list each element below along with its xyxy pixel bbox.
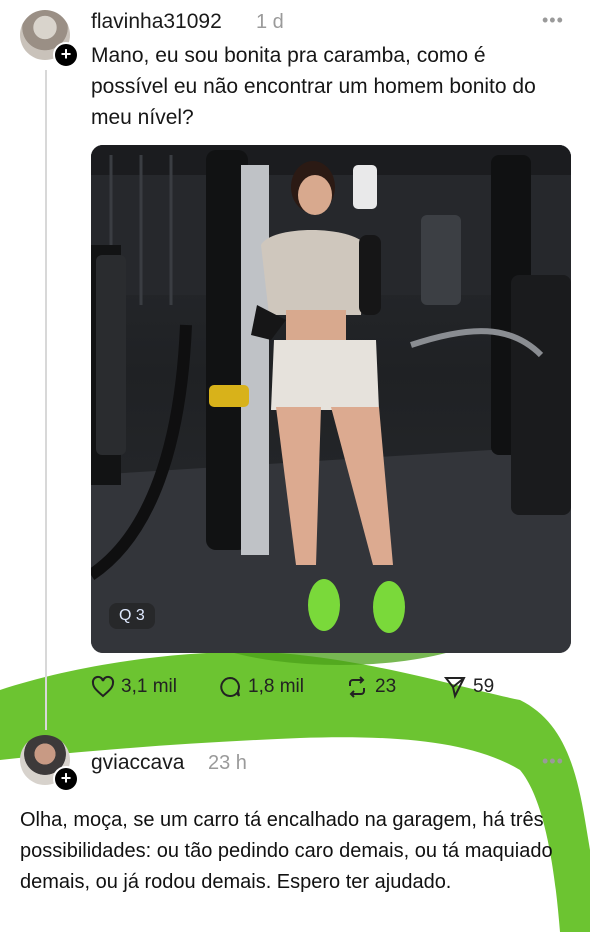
- more-icon[interactable]: •••: [542, 10, 564, 31]
- repost-count: 23: [375, 676, 397, 697]
- post-photo[interactable]: Q 3: [91, 145, 571, 653]
- post-username[interactable]: flavinha31092: [91, 10, 222, 34]
- comment-button[interactable]: 1,8 mil: [218, 675, 304, 699]
- reply-time: 23 h: [208, 752, 247, 774]
- gym-photo-illustration: [91, 145, 571, 653]
- share-button[interactable]: 59: [443, 675, 494, 699]
- comment-icon: [220, 676, 240, 697]
- reply-more-icon[interactable]: •••: [542, 751, 564, 772]
- like-button[interactable]: 3,1 mil: [91, 675, 177, 699]
- reply-username[interactable]: gviaccava: [91, 751, 184, 775]
- reply-plus-icon[interactable]: +: [53, 766, 79, 792]
- thread-line: [45, 70, 47, 730]
- post-text: Mano, eu sou bonita pra caramba, como é …: [91, 44, 536, 129]
- heart-icon: [91, 675, 115, 698]
- share-count: 59: [473, 676, 495, 697]
- comment-count: 1,8 mil: [248, 676, 304, 697]
- send-icon: [443, 677, 466, 699]
- plus-icon[interactable]: +: [53, 42, 79, 68]
- repost-icon: [349, 676, 365, 698]
- like-count: 3,1 mil: [121, 676, 177, 697]
- repost-button[interactable]: 23: [345, 675, 396, 699]
- photo-replies-badge[interactable]: Q 3: [109, 603, 155, 629]
- reply-text: Olha, moça, se um carro tá encalhado na …: [20, 809, 553, 893]
- post-time: 1 d: [256, 11, 284, 33]
